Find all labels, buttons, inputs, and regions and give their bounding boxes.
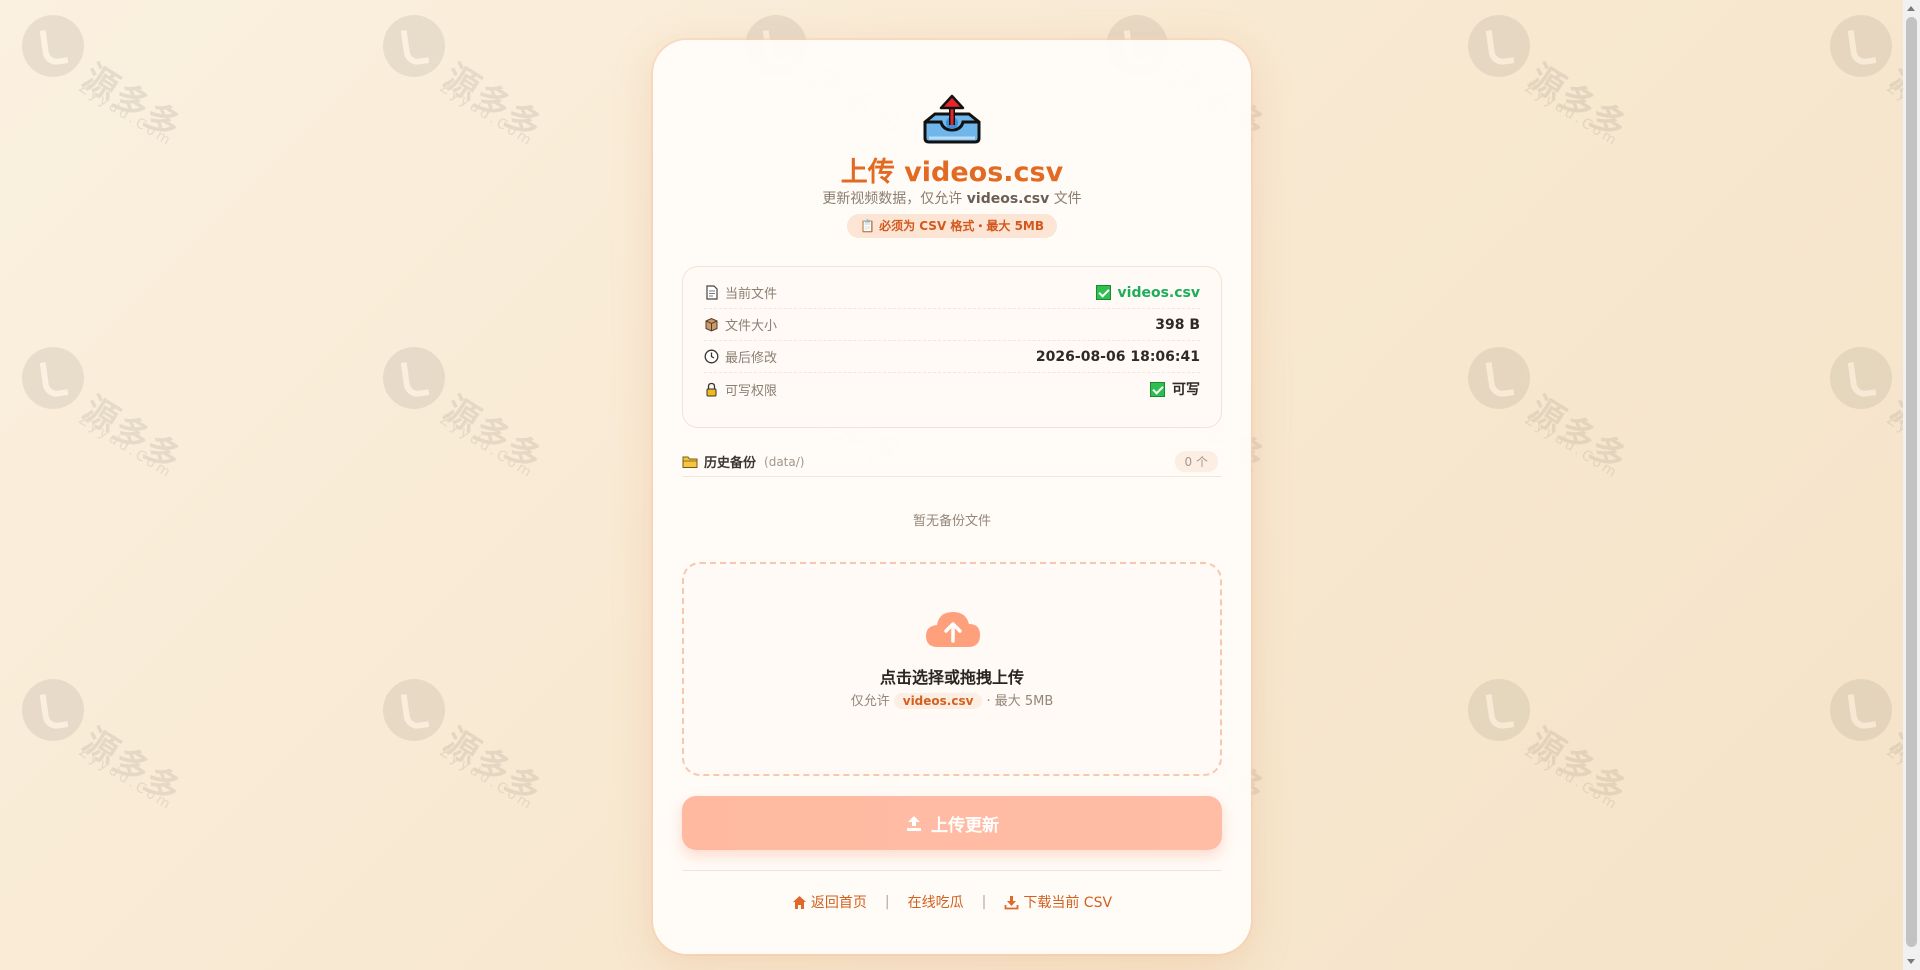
watermark-brand: 源多多: [1521, 56, 1635, 149]
info-value: 398 B: [1155, 316, 1200, 333]
subtitle-prefix: 更新视频数据，仅允许: [822, 191, 963, 207]
hint-file-chip: videos.csv: [893, 693, 983, 709]
watermark-tile: 源多多Zyydd.Com: [1468, 679, 1658, 829]
home-link[interactable]: 返回首页: [792, 892, 867, 912]
watermark-logo: [22, 347, 84, 409]
watermark-domain: Zyydd.Com: [1521, 79, 1622, 151]
backup-path: (data/): [764, 454, 805, 469]
file-info-panel: 当前文件 videos.csv 文件大小 398 B 最后修改 2026-08-…: [682, 266, 1222, 428]
info-value: videos.csv: [1117, 284, 1200, 301]
watermark-brand: 源多多: [436, 720, 550, 813]
watermark-domain: Zyydd.Com: [75, 79, 176, 151]
upload-button[interactable]: 上传更新: [682, 796, 1222, 850]
backup-count-badge: 0 个: [1174, 451, 1218, 472]
footer-links: 返回首页 | 在线吃瓜 | 下载当前 CSV: [653, 892, 1251, 912]
page-subtitle: 更新视频数据，仅允许 videos.csv 文件: [653, 188, 1251, 208]
page-scrollbar[interactable]: [1903, 0, 1920, 970]
cloud-upload-icon: [926, 612, 980, 647]
watermark-brand: 源多多: [436, 56, 550, 149]
info-value: 可写: [1172, 382, 1200, 398]
watermark-logo: [22, 679, 84, 741]
watermark-domain: Zyydd.Com: [436, 743, 537, 815]
watermark-logo: [22, 15, 84, 77]
box-icon: [705, 317, 718, 332]
gossip-link[interactable]: 在线吃瓜: [908, 892, 964, 912]
watermark-tile: 源多多Zyydd.Com: [22, 679, 212, 829]
subtitle-file: videos.csv: [966, 191, 1050, 207]
requirement-badge: 📋 必须为 CSV 格式・最大 5MB: [847, 214, 1057, 238]
scroll-down-arrow[interactable]: [1907, 959, 1915, 964]
hint-prefix: 仅允许: [850, 694, 890, 709]
info-value: 2026-08-06 18:06:41: [1035, 348, 1200, 365]
watermark-brand: 源多多: [1521, 388, 1635, 481]
watermark-domain: Zyydd.Com: [1521, 411, 1622, 483]
separator: |: [884, 894, 890, 910]
watermark-tile: 源多多Zyydd.Com: [1468, 15, 1658, 165]
watermark-logo: [1830, 15, 1892, 77]
watermark-domain: Zyydd.Com: [75, 743, 176, 815]
hint-suffix: · 最大 5MB: [986, 694, 1054, 709]
folder-icon: [682, 456, 698, 468]
page-title: 上传 videos.csv: [840, 157, 1064, 188]
watermark-brand: 源多多: [436, 388, 550, 481]
watermark-tile: 源多多Zyydd.Com: [383, 15, 573, 165]
watermark-brand: 源多多: [75, 388, 189, 481]
subtitle-suffix: 文件: [1053, 191, 1082, 207]
upload-card: 上传 videos.csv 更新视频数据，仅允许 videos.csv 文件 📋…: [653, 40, 1251, 954]
watermark-logo: [1468, 15, 1530, 77]
info-row-writable: 可写权限 可写: [704, 373, 1200, 405]
info-label: 文件大小: [725, 319, 778, 334]
watermark-logo: [1830, 679, 1892, 741]
info-label: 可写权限: [725, 383, 778, 399]
download-link-label: 下载当前 CSV: [1023, 895, 1113, 911]
watermark-domain: Zyydd.Com: [436, 411, 537, 483]
watermark-domain: Zyydd.Com: [436, 79, 537, 151]
document-icon: [706, 285, 718, 300]
watermark-brand: 源多多: [75, 720, 189, 813]
info-label: 最后修改: [725, 351, 778, 366]
watermark-tile: 源多多Zyydd.Com: [383, 679, 573, 829]
scroll-up-arrow[interactable]: [1907, 6, 1915, 11]
footer-divider: [682, 870, 1222, 871]
download-icon: [1004, 895, 1019, 909]
watermark-tile: 源多多Zyydd.Com: [383, 347, 573, 497]
clock-icon: [704, 349, 719, 364]
watermark-domain: Zyydd.Com: [75, 411, 176, 483]
separator: |: [981, 894, 987, 910]
watermark-tile: 源多多Zyydd.Com: [22, 347, 212, 497]
watermark-tile: 源多多Zyydd.Com: [22, 15, 212, 165]
watermark-brand: 源多多: [75, 56, 189, 149]
info-label: 当前文件: [725, 287, 778, 302]
dropzone-title: 点击选择或拖拽上传: [879, 668, 1024, 687]
gossip-link-label: 在线吃瓜: [907, 895, 964, 911]
upload-icon: [907, 816, 921, 831]
info-row-current-file: 当前文件 videos.csv: [704, 277, 1200, 309]
lock-icon: [706, 382, 717, 396]
watermark-logo: [383, 679, 445, 741]
check-icon: [1095, 285, 1111, 300]
dropzone-hint: 仅允许 videos.csv · 最大 5MB: [684, 690, 1220, 709]
check-icon: [1150, 381, 1165, 397]
scrollbar-thumb[interactable]: [1906, 17, 1917, 947]
watermark-logo: [1468, 347, 1530, 409]
info-row-last-modified: 最后修改 2026-08-06 18:06:41: [704, 341, 1200, 373]
backup-header: 历史备份 (data/) 0 个: [682, 447, 1222, 477]
watermark-domain: Zyydd.Com: [1521, 743, 1622, 815]
backup-title: 历史备份: [704, 456, 757, 471]
watermark-logo: [383, 347, 445, 409]
file-dropzone[interactable]: 点击选择或拖拽上传 仅允许 videos.csv · 最大 5MB: [682, 562, 1222, 776]
empty-backup-text: 暂无备份文件: [912, 514, 991, 529]
upload-tray-icon: [923, 94, 981, 144]
download-csv-link[interactable]: 下载当前 CSV: [1004, 892, 1112, 912]
info-row-file-size: 文件大小 398 B: [704, 309, 1200, 341]
watermark-brand: 源多多: [1521, 720, 1635, 813]
watermark-logo: [383, 15, 445, 77]
watermark-tile: 源多多Zyydd.Com: [1468, 347, 1658, 497]
home-link-label: 返回首页: [810, 895, 867, 911]
watermark-logo: [1468, 679, 1530, 741]
watermark-logo: [1830, 347, 1892, 409]
home-icon: [792, 895, 806, 909]
upload-button-label: 上传更新: [931, 815, 999, 836]
